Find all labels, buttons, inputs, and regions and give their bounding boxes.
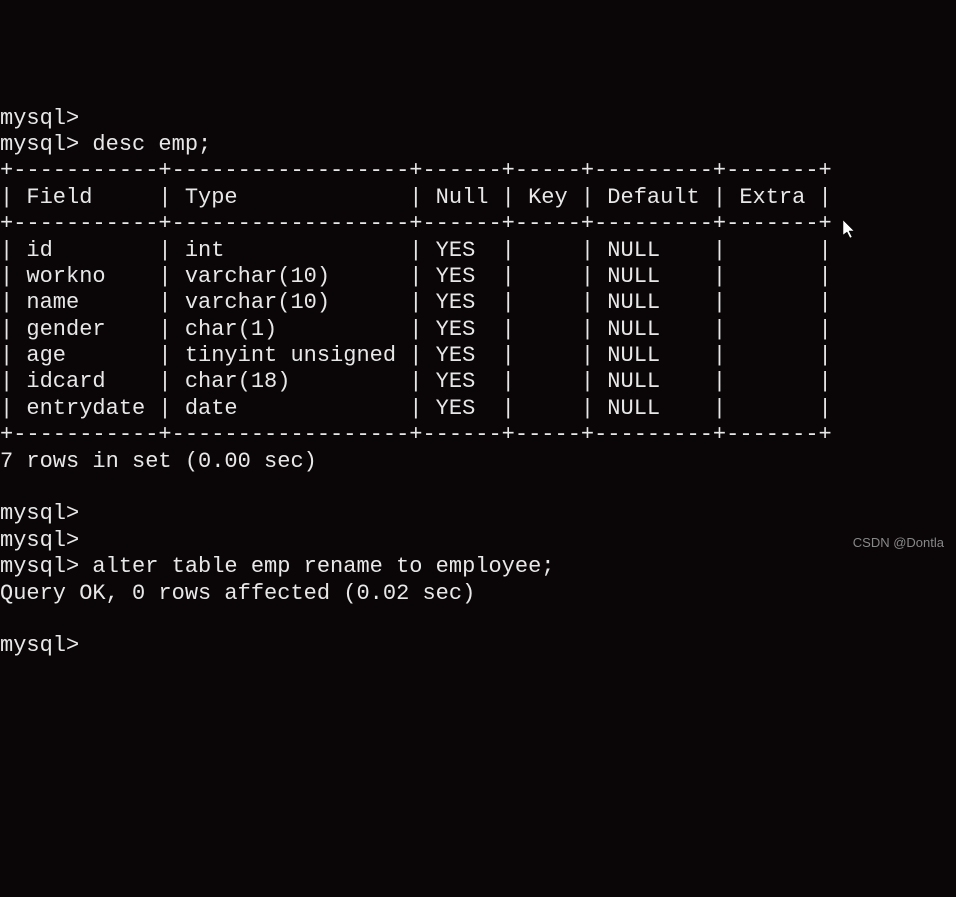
watermark-text: CSDN @Dontla <box>853 535 944 551</box>
terminal-output: mysql> mysql> desc emp; +-----------+---… <box>0 106 956 660</box>
